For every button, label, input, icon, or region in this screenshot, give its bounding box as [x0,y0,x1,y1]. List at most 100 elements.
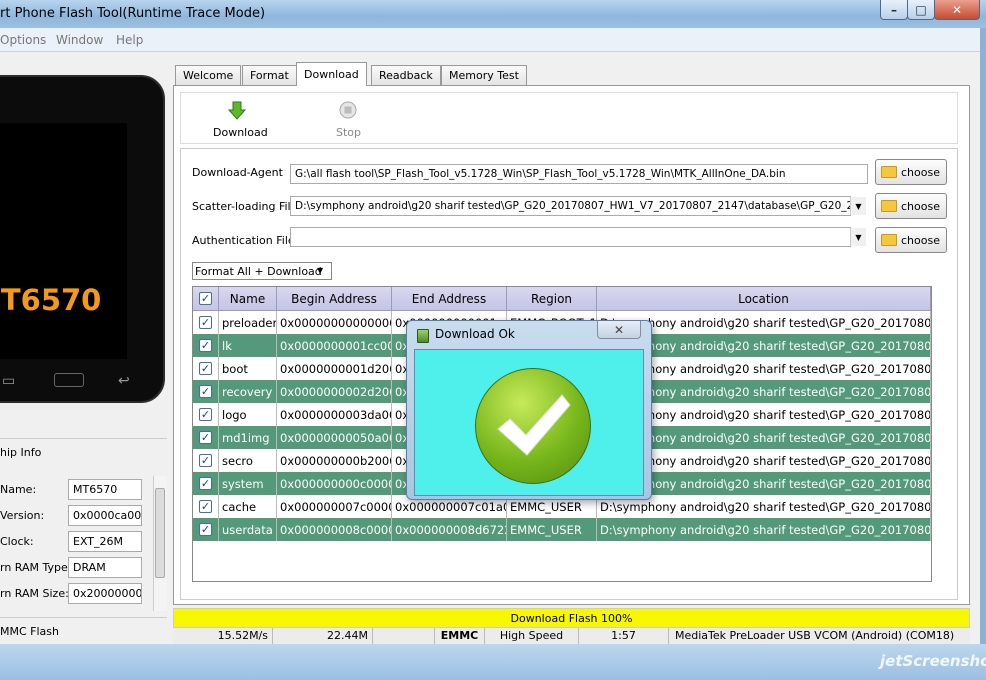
header-select-all[interactable]: ✓ [193,287,219,311]
checkbox-checked-icon[interactable]: ✓ [199,339,212,352]
folder-icon [881,200,897,212]
choose-download-agent-button[interactable]: choose [875,159,947,185]
choose-auth-button[interactable]: choose [875,227,947,253]
checkbox-checked-icon[interactable]: ✓ [199,500,212,513]
row-checkbox[interactable]: ✓ [193,334,219,357]
menu-help[interactable]: Help [116,33,143,47]
maximize-button[interactable]: □ [907,0,935,20]
cell-name: secro [219,449,277,472]
chip-clock-field: EXT_26M [68,531,142,552]
row-checkbox[interactable]: ✓ [193,357,219,380]
column-header-location[interactable]: Location [597,287,931,311]
download-button-label: Download [213,126,268,139]
checkbox-checked-icon[interactable]: ✓ [199,316,212,329]
scatter-dropdown-arrow-icon[interactable]: ▼ [850,197,866,215]
info-scrollbar-thumb[interactable] [155,488,165,578]
folder-icon [881,234,897,246]
column-header-name[interactable]: Name [219,287,277,311]
tab-readback[interactable]: Readback [371,65,441,85]
checkbox-checked-icon[interactable]: ✓ [199,477,212,490]
ram-type-field: DRAM [68,557,142,578]
checkbox-checked-icon[interactable]: ✓ [199,385,212,398]
chip-version-field: 0x0000ca00 [68,505,142,526]
watermark: jetScreenshot [880,652,986,670]
tab-welcome[interactable]: Welcome [175,65,242,85]
auth-file-label: Authentication File [192,234,295,247]
download-mode-value: Format All + Download [195,265,322,278]
table-row[interactable]: ✓ userdata0x000000008c0000000x000000008d6… [193,518,931,541]
choose-label: choose [901,199,940,213]
cell-begin: 0x0000000003da0000 [277,403,392,426]
choose-label: choose [901,165,940,179]
cell-name: boot [219,357,277,380]
ram-size-label: rn RAM Size: [0,587,69,600]
chip-info-title: hip Info [0,446,42,459]
tab-download[interactable]: Download [296,62,367,86]
menu-options[interactable]: Options [0,33,46,47]
column-header-region[interactable]: Region [507,287,597,311]
dialog-body [414,349,644,496]
scatter-file-label: Scatter-loading File [192,200,298,213]
row-checkbox[interactable]: ✓ [193,380,219,403]
row-checkbox[interactable]: ✓ [193,472,219,495]
column-header-end-address[interactable]: End Address [392,287,507,311]
download-agent-field[interactable]: G:\all flash tool\SP_Flash_Tool_v5.1728_… [290,164,868,184]
checkbox-checked-icon[interactable]: ✓ [199,292,212,305]
phone-image: MT6570 ▭ ↩ [0,75,165,403]
chip-name-field: MT6570 [68,479,142,500]
row-checkbox[interactable]: ✓ [193,518,219,541]
checkbox-checked-icon[interactable]: ✓ [199,523,212,536]
progress-label: Download Flash 100% [510,611,633,625]
download-button[interactable]: Download [211,95,268,141]
cell-begin: 0x000000000b200000 [277,449,392,472]
auth-dropdown-arrow-icon[interactable]: ▼ [850,228,866,246]
menu-window[interactable]: Window [56,33,103,47]
dialog-close-button[interactable]: ✕ [597,321,641,339]
cell-location: D:\symphony android\g20 sharif tested\GP… [597,518,931,541]
folder-icon [881,166,897,178]
cell-name: cache [219,495,277,518]
close-window-button[interactable]: ✕ [934,0,980,20]
ram-size-field: 0x20000000 [68,583,142,604]
row-checkbox[interactable]: ✓ [193,311,219,334]
chevron-down-icon: ▼ [317,266,324,275]
menu-bar: Options Window Help [0,28,980,52]
status-bar: 15.52M/s 22.44M EMMC High Speed 1:57 Med… [173,628,970,644]
row-checkbox[interactable]: ✓ [193,403,219,426]
checkbox-checked-icon[interactable]: ✓ [199,454,212,467]
divider [0,438,167,439]
stop-icon [339,101,357,119]
status-size: 22.44M [273,628,373,644]
cell-begin: 0x0000000000000000 [277,311,392,334]
cell-begin: 0x0000000002d20000 [277,380,392,403]
status-usb-speed: High Speed [485,628,579,644]
row-checkbox[interactable]: ✓ [193,495,219,518]
checkbox-checked-icon[interactable]: ✓ [199,431,212,444]
checkbox-checked-icon[interactable]: ✓ [199,408,212,421]
stop-button[interactable]: Stop [331,95,371,141]
cell-begin: 0x000000008c000000 [277,518,392,541]
cell-begin: 0x00000000050a0000 [277,426,392,449]
window-border [980,28,986,680]
cell-name: lk [219,334,277,357]
tab-memory-test[interactable]: Memory Test [441,65,527,85]
checkmark-icon [497,394,571,456]
divider [0,617,167,618]
row-checkbox[interactable]: ✓ [193,449,219,472]
auth-file-field[interactable] [290,227,851,247]
home-icon [54,373,84,387]
tab-format[interactable]: Format [242,65,297,85]
scatter-file-field[interactable]: D:\symphony android\g20 sharif tested\GP… [290,196,851,216]
status-port: MediaTek PreLoader USB VCOM (Android) (C… [675,629,955,642]
minimize-button[interactable]: – [880,0,908,20]
choose-scatter-button[interactable]: choose [875,193,947,219]
cell-name: userdata [219,518,277,541]
cell-name: recovery [219,380,277,403]
checkbox-checked-icon[interactable]: ✓ [199,362,212,375]
cell-begin: 0x0000000001d20000 [277,357,392,380]
cell-begin: 0x000000007c000000 [277,495,392,518]
window-title: rt Phone Flash Tool(Runtime Trace Mode) [0,6,266,21]
download-mode-select[interactable]: Format All + Download ▼ [192,262,332,280]
row-checkbox[interactable]: ✓ [193,426,219,449]
column-header-begin-address[interactable]: Begin Address [277,287,392,311]
